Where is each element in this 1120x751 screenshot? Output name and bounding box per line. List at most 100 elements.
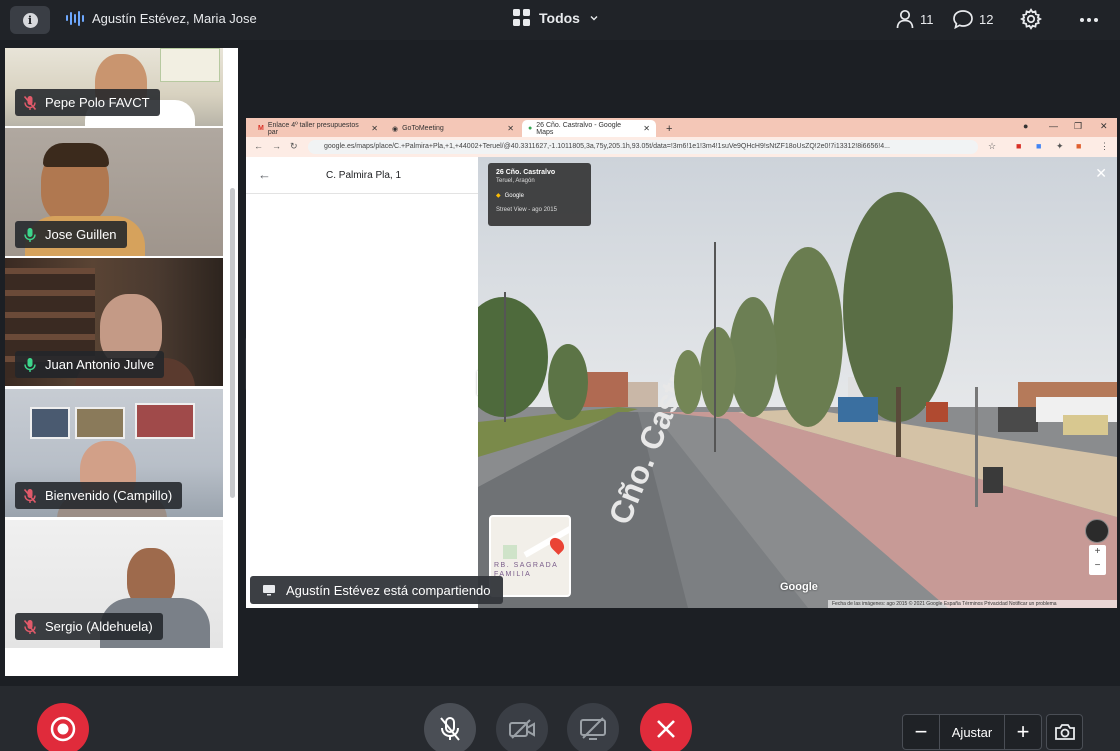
- participant-list[interactable]: Pepe Polo FAVCT Jose Guillen Juan Antoni…: [5, 48, 238, 676]
- more-horizontal-icon: [1080, 18, 1098, 22]
- forward-arrow-icon[interactable]: →: [272, 141, 281, 151]
- zoom-out-button[interactable]: −: [903, 715, 939, 749]
- close-tab-icon[interactable]: ✕: [643, 124, 650, 133]
- wall-picture: [75, 407, 125, 439]
- sv-source: Google: [504, 192, 524, 199]
- shared-screen: M Enlace 4º taller presupuestos par ✕ ◉ G…: [246, 118, 1117, 608]
- mic-on-icon: [24, 227, 36, 242]
- map-road: [523, 522, 569, 558]
- participant-name: Bienvenido (Campillo): [45, 488, 173, 503]
- extension-icon[interactable]: ■: [1016, 141, 1021, 151]
- map-zoom-control[interactable]: + −: [1089, 545, 1106, 575]
- plus-icon: +: [666, 122, 673, 135]
- mic-muted-icon: [440, 717, 460, 741]
- snapshot-button[interactable]: [1046, 714, 1083, 750]
- layout-selector[interactable]: Todos: [513, 9, 599, 26]
- screen-share-button[interactable]: [567, 703, 619, 751]
- map-park: [503, 545, 517, 559]
- maximize-icon[interactable]: ❐: [1074, 121, 1082, 132]
- record-icon: [50, 716, 76, 742]
- mic-muted-icon: [23, 95, 37, 110]
- screen-share-off-icon: [580, 717, 606, 740]
- participant-label: Bienvenido (Campillo): [15, 482, 183, 509]
- mic-on-icon: [24, 357, 36, 372]
- participant-label: Sergio (Aldehuela): [15, 613, 163, 640]
- participant-name: Pepe Polo FAVCT: [45, 95, 150, 110]
- browser-tab[interactable]: ◉ GoToMeeting ✕: [386, 120, 520, 137]
- sv-date[interactable]: Street View - ago 2015: [496, 207, 583, 213]
- active-speaker-indicator: Agustín Estévez, Maria Jose: [66, 10, 257, 26]
- record-button[interactable]: [37, 703, 89, 751]
- address-bar[interactable]: google.es/maps/place/C.+Palmira+Pla,+1,+…: [308, 140, 978, 154]
- zoom-controls: − Ajustar +: [902, 714, 1042, 750]
- sharing-banner: Agustín Estévez está compartiendo: [250, 576, 503, 604]
- google-maps-icon: ◆: [496, 193, 501, 199]
- gear-icon: [1019, 8, 1043, 30]
- sharing-text: Agustín Estévez está compartiendo: [286, 582, 491, 598]
- minimap-label: RB. SAGRADA FAMILIA: [494, 562, 558, 578]
- close-tab-icon[interactable]: ✕: [371, 124, 378, 133]
- participant-tile[interactable]: Juan Antonio Julve: [5, 258, 223, 386]
- audio-level-icon: [66, 10, 84, 26]
- participants-button[interactable]: 11: [895, 9, 934, 29]
- active-speakers-text: Agustín Estévez, Maria Jose: [92, 10, 257, 26]
- chat-bubble-icon: [953, 10, 973, 29]
- new-tab-button[interactable]: +: [660, 120, 678, 137]
- camera-button[interactable]: [496, 703, 548, 751]
- wall-poster: [160, 48, 220, 82]
- participant-tile[interactable]: Bienvenido (Campillo): [5, 389, 223, 517]
- extension-icon[interactable]: ■: [1076, 141, 1081, 151]
- participant-name: Sergio (Aldehuela): [45, 619, 153, 634]
- google-logo: Google: [780, 581, 818, 593]
- participant-label: Pepe Polo FAVCT: [15, 89, 160, 116]
- legal-footer[interactable]: Fecha de las imágenes: ago 2015 © 2021 G…: [828, 600, 1117, 608]
- browser-toolbar: ← → ↻ google.es/maps/place/C.+Palmira+Pl…: [246, 137, 1117, 157]
- scrollbar-thumb[interactable]: [230, 188, 235, 498]
- microphone-button[interactable]: [424, 703, 476, 751]
- place-title: C. Palmira Pla, 1: [326, 170, 402, 181]
- street-view-info-card: 26 Cño. Castralvo Teruel, Aragón ◆ Google…: [488, 163, 591, 226]
- maps-pin-icon: ●: [528, 125, 533, 132]
- gotomeeting-icon: ◉: [392, 125, 399, 133]
- maps-side-panel: ← C. Palmira Pla, 1 ◂: [246, 157, 490, 608]
- settings-button[interactable]: [1019, 8, 1043, 35]
- chat-count: 12: [979, 11, 994, 27]
- minimize-icon[interactable]: —: [1049, 121, 1058, 131]
- mic-muted-icon: [23, 619, 37, 634]
- reload-icon[interactable]: ↻: [290, 141, 298, 152]
- puzzle-icon[interactable]: ✦: [1056, 141, 1064, 152]
- info-button[interactable]: i: [10, 6, 50, 34]
- grid-icon: [513, 9, 530, 26]
- chat-button[interactable]: 12: [952, 9, 993, 29]
- participant-tile[interactable]: Pepe Polo FAVCT: [5, 48, 223, 126]
- participants-count: 11: [920, 11, 934, 27]
- browser-tab[interactable]: M Enlace 4º taller presupuestos par ✕: [252, 120, 384, 137]
- hair: [43, 143, 109, 167]
- participant-tile[interactable]: Jose Guillen: [5, 128, 223, 256]
- divider: [246, 193, 478, 194]
- screen-share-icon: [263, 585, 275, 596]
- back-arrow-icon[interactable]: ←: [254, 141, 263, 151]
- more-options-button[interactable]: [1079, 13, 1099, 32]
- star-icon[interactable]: ☆: [988, 141, 996, 152]
- street-view[interactable]: Cño. Castr 26 Cño. Castralvo Teruel, Ara…: [478, 157, 1117, 608]
- participant-label: Jose Guillen: [15, 221, 127, 248]
- participant-tile[interactable]: Sergio (Aldehuela): [5, 520, 223, 648]
- close-window-icon[interactable]: ✕: [1100, 121, 1108, 132]
- more-vertical-icon[interactable]: ⋮: [1100, 141, 1109, 152]
- participant-label: Juan Antonio Julve: [15, 351, 165, 378]
- camera-off-icon: [509, 719, 535, 739]
- top-bar: i Agustín Estévez, Maria Jose Todos 11 1…: [0, 0, 1120, 40]
- zoom-in-button[interactable]: +: [1005, 715, 1041, 749]
- leave-meeting-button[interactable]: [640, 703, 692, 751]
- camera-icon: [1054, 724, 1075, 740]
- zoom-fit-button[interactable]: Ajustar: [939, 715, 1005, 749]
- compass-icon[interactable]: [1085, 519, 1109, 543]
- close-tab-icon[interactable]: ✕: [507, 124, 514, 133]
- extension-icon[interactable]: ■: [1036, 141, 1041, 151]
- browser-tab-active[interactable]: ● 26 Cño. Castralvo - Google Maps ✕: [522, 120, 656, 137]
- chevron-down-icon: [590, 15, 598, 20]
- browser-tab-strip: M Enlace 4º taller presupuestos par ✕ ◉ G…: [246, 118, 1117, 137]
- close-street-view-icon[interactable]: ✕: [1095, 165, 1107, 182]
- back-arrow-icon[interactable]: ←: [258, 167, 271, 182]
